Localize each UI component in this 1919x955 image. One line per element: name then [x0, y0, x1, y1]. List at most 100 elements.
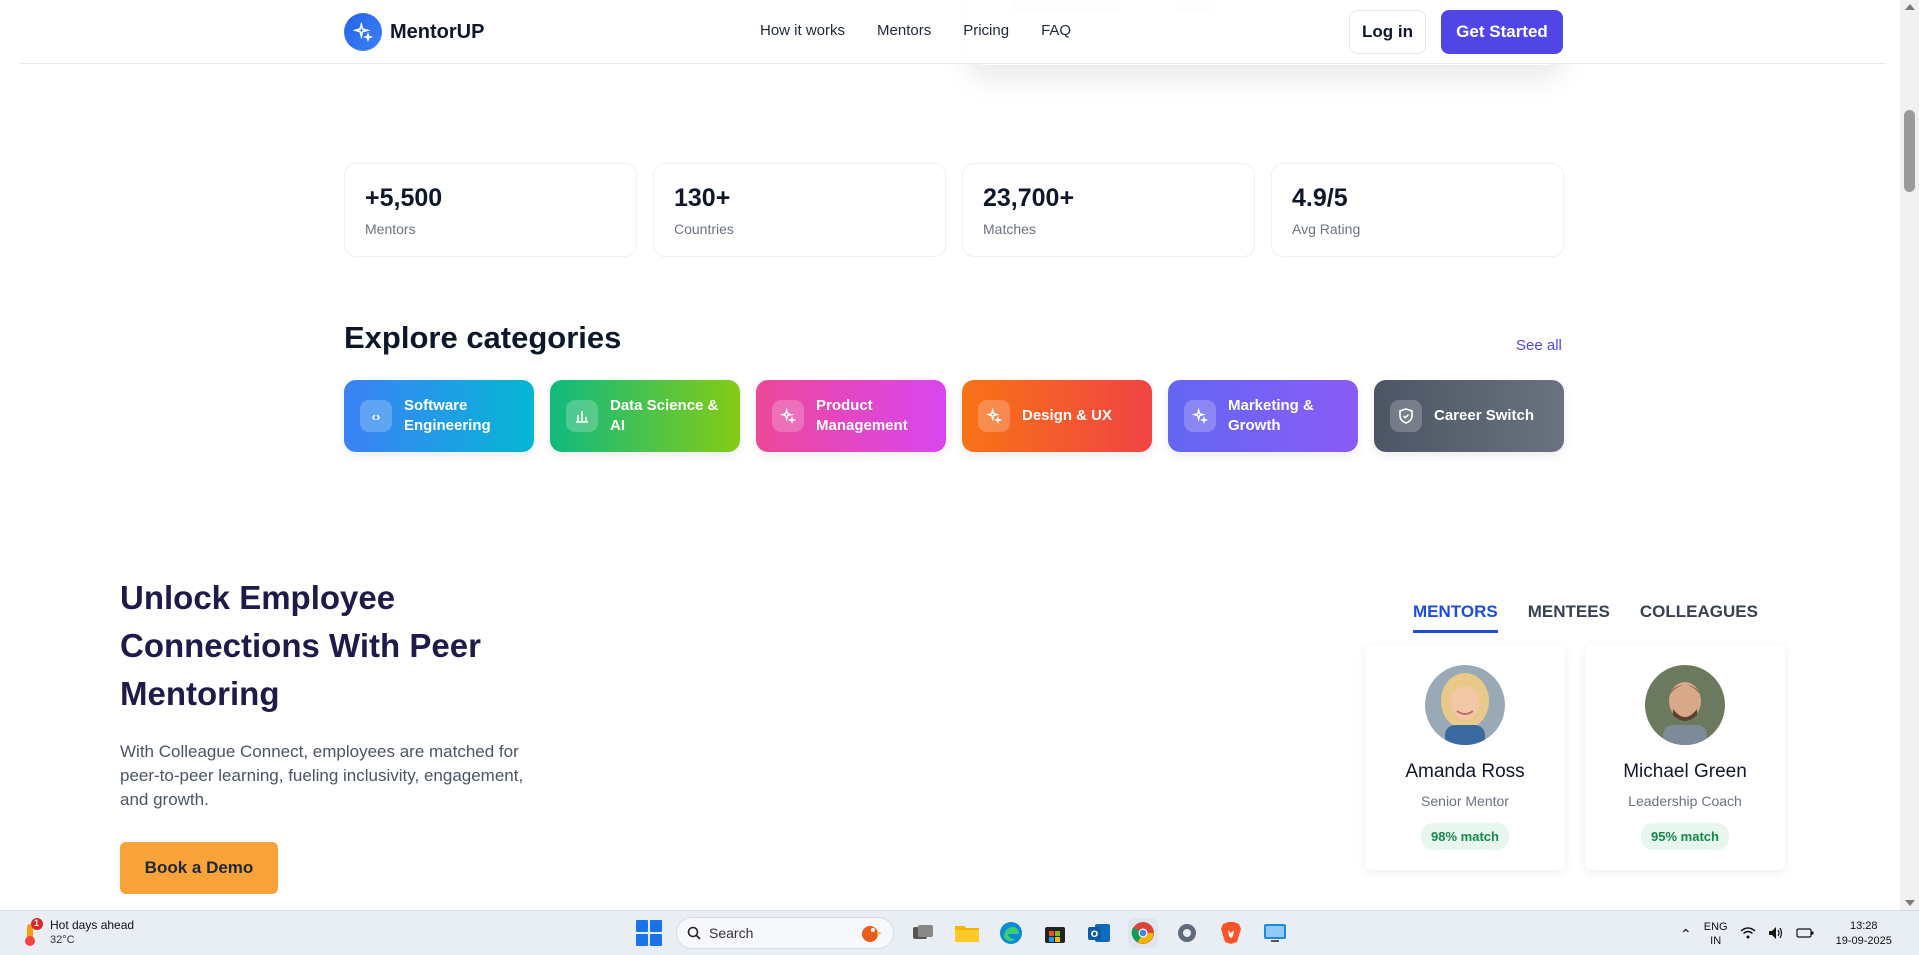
avatar	[1425, 665, 1505, 745]
microsoft-store-icon[interactable]	[1040, 918, 1070, 948]
settings-gear-icon[interactable]	[1172, 918, 1202, 948]
stat-value: 130+	[674, 184, 731, 212]
code-icon: ‹›	[360, 400, 392, 432]
tab-mentees[interactable]: MENTEES	[1528, 602, 1610, 633]
category-design-ux[interactable]: Design & UX	[962, 380, 1152, 452]
brand-logo[interactable]: MentorUP	[344, 13, 484, 51]
clock[interactable]: 13:28 19-09-2025	[1836, 919, 1892, 949]
search-placeholder: Search	[709, 925, 754, 941]
weather-badge: 1	[34, 918, 40, 928]
search-icon	[687, 926, 701, 940]
site-header: MentorUP How it works Mentors Pricing FA…	[20, 0, 1885, 64]
windows-start-icon[interactable]	[636, 920, 662, 946]
see-all-link[interactable]: See all	[1516, 337, 1562, 354]
outlook-icon[interactable]: O	[1084, 918, 1114, 948]
taskbar-apps: Search O	[636, 917, 1290, 949]
os-taskbar: 1 Hot days ahead 32°C Search O ⌃ ENG IN …	[0, 910, 1919, 955]
bird-icon	[857, 920, 883, 947]
category-marketing-growth[interactable]: Marketing & Growth	[1168, 380, 1358, 452]
categories-title: Explore categories	[344, 320, 622, 355]
profile-list: Amanda Ross Senior Mentor 98% match Mich…	[1365, 645, 1785, 870]
thermometer-icon: 1	[18, 918, 44, 948]
battery-icon[interactable]	[1795, 927, 1814, 942]
scroll-down-icon[interactable]	[1905, 900, 1915, 906]
stat-label: Avg Rating	[1292, 221, 1361, 237]
lang-region: IN	[1710, 935, 1722, 947]
hero-description: With Colleague Connect, employees are ma…	[120, 742, 524, 809]
tab-colleagues[interactable]: COLLEAGUES	[1640, 602, 1758, 633]
wifi-icon[interactable]	[1740, 926, 1756, 942]
stat-card: 23,700+ Matches	[962, 163, 1255, 257]
chevron-up-icon[interactable]: ⌃	[1680, 926, 1692, 943]
avatar	[1645, 665, 1725, 745]
nav-mentors[interactable]: Mentors	[877, 22, 931, 39]
weather-title: Hot days ahead	[50, 918, 135, 932]
profile-name: Michael Green	[1623, 761, 1747, 782]
category-label: Career Switch	[1434, 407, 1535, 424]
stat-value: +5,500	[365, 184, 443, 212]
brave-browser-icon[interactable]	[1216, 918, 1246, 948]
nav-how-it-works[interactable]: How it works	[760, 22, 845, 39]
browser-viewport: MentorUP How it works Mentors Pricing FA…	[0, 0, 1900, 910]
nav-pricing[interactable]: Pricing	[963, 22, 1009, 39]
stats-row: +5,500 Mentors 130+ Countries 23,700+ Ma…	[344, 163, 1564, 257]
category-product-management[interactable]: Product Management	[756, 380, 946, 452]
lang-code: ENG	[1703, 921, 1728, 933]
sparkle-icon	[1184, 400, 1216, 432]
profile-name: Amanda Ross	[1405, 761, 1525, 782]
stat-label: Mentors	[365, 221, 416, 237]
profile-role: Senior Mentor	[1421, 793, 1509, 809]
weather-widget[interactable]: 1 Hot days ahead 32°C	[18, 918, 134, 948]
brand-name: MentorUP	[390, 20, 485, 43]
sparkle-icon	[978, 400, 1010, 432]
stat-value: 23,700+	[983, 184, 1075, 212]
clock-date: 19-09-2025	[1835, 935, 1892, 947]
page-scrollbar[interactable]	[1900, 0, 1919, 910]
svg-text:O: O	[1091, 930, 1099, 940]
sparkle-icon	[344, 13, 382, 51]
taskbar-search[interactable]: Search	[676, 917, 894, 949]
volume-icon[interactable]	[1768, 926, 1784, 943]
category-career-switch[interactable]: Career Switch	[1374, 380, 1564, 452]
category-label: Software Engineering	[404, 397, 491, 434]
get-started-button[interactable]: Get Started	[1441, 10, 1563, 54]
chrome-icon[interactable]	[1128, 918, 1158, 948]
remote-desktop-icon[interactable]	[1260, 918, 1290, 948]
tab-mentors[interactable]: MENTORS	[1413, 602, 1498, 633]
match-badge: 98% match	[1421, 823, 1509, 850]
category-software-engineering[interactable]: ‹› Software Engineering	[344, 380, 534, 452]
weather-temp: 32°C	[50, 934, 75, 946]
sparkle-icon	[772, 400, 804, 432]
edge-browser-icon[interactable]	[996, 918, 1026, 948]
shield-icon	[1390, 400, 1422, 432]
chart-icon	[566, 400, 598, 432]
stat-label: Matches	[983, 221, 1036, 237]
file-explorer-icon[interactable]	[952, 918, 982, 948]
stat-card: +5,500 Mentors	[344, 163, 637, 257]
main-nav: How it works Mentors Pricing FAQ	[760, 22, 1071, 39]
match-badge: 95% match	[1641, 823, 1729, 850]
category-label: Design & UX	[1022, 407, 1113, 424]
category-data-science[interactable]: Data Science & AI	[550, 380, 740, 452]
task-view-icon[interactable]	[908, 918, 938, 948]
language-indicator[interactable]: ENG IN	[1704, 920, 1728, 948]
audience-tabs: MENTORS MENTEES COLLEAGUES	[1413, 602, 1758, 633]
category-label: Product Management	[816, 397, 908, 434]
book-demo-button[interactable]: Book a Demo	[120, 842, 278, 894]
category-list: ‹› Software Engineering Data Science & A…	[344, 380, 1564, 452]
category-label: Data Science & AI	[610, 397, 719, 434]
nav-faq[interactable]: FAQ	[1041, 22, 1071, 39]
clock-time: 13:28	[1849, 920, 1878, 932]
scroll-thumb[interactable]	[1904, 110, 1915, 192]
stat-card: 4.9/5 Avg Rating	[1271, 163, 1564, 257]
stat-value: 4.9/5	[1292, 184, 1348, 212]
profile-card[interactable]: Amanda Ross Senior Mentor 98% match	[1365, 645, 1565, 870]
hero-title: Unlock Employee Connections With Peer Me…	[120, 579, 481, 712]
stat-label: Countries	[674, 221, 734, 237]
profile-role: Leadership Coach	[1628, 793, 1742, 809]
login-button[interactable]: Log in	[1349, 10, 1426, 54]
system-tray: ⌃ ENG IN 13:28 19-09-2025	[1680, 919, 1892, 949]
category-label: Marketing & Growth	[1228, 397, 1314, 434]
scroll-up-icon[interactable]	[1905, 4, 1915, 10]
profile-card[interactable]: Michael Green Leadership Coach 95% match	[1585, 645, 1785, 870]
